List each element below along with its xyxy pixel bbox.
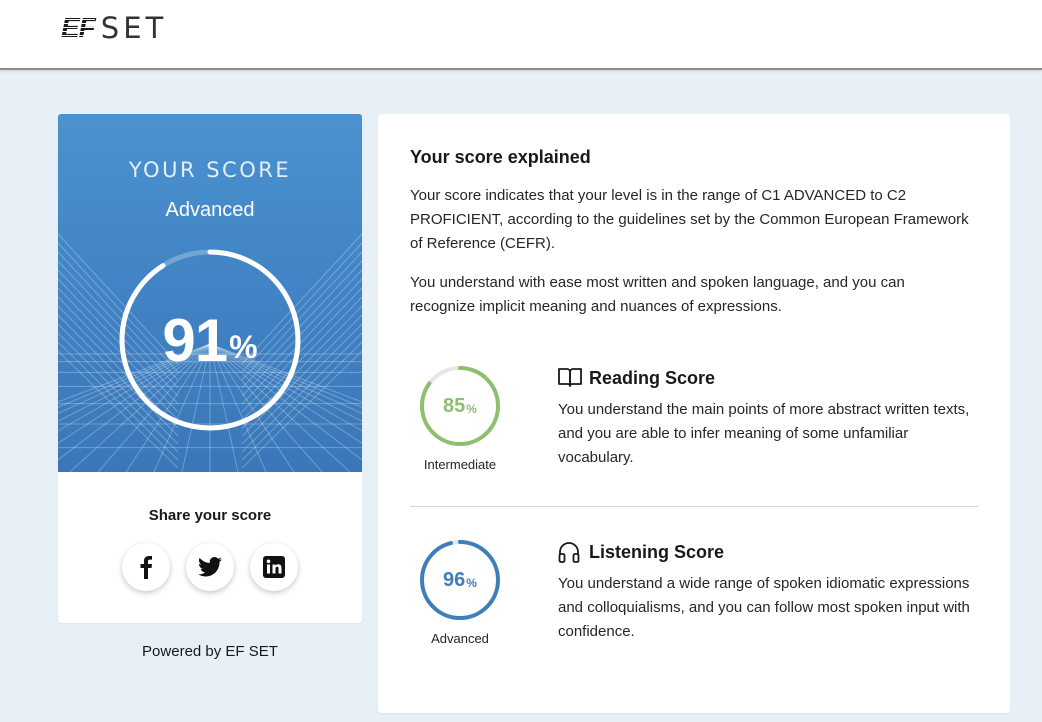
- reading-percent-symbol: %: [466, 401, 477, 416]
- reading-description: You understand the main points of more a…: [558, 401, 970, 466]
- facebook-icon: [140, 556, 152, 579]
- share-title: Share your score: [148, 507, 272, 524]
- logo-mark: EF: [61, 12, 96, 44]
- share-facebook-button[interactable]: [122, 543, 170, 591]
- listening-level: Advanced: [431, 631, 489, 646]
- share-linkedin-button[interactable]: [250, 543, 298, 591]
- reading-score-title: Reading Score: [589, 367, 716, 388]
- overall-score-value: 91%: [118, 248, 302, 432]
- section-divider: [410, 506, 978, 507]
- listening-percent-symbol: %: [466, 575, 477, 590]
- reading-score-heading: Reading Score: [557, 366, 715, 390]
- listening-score-number: 96: [443, 568, 466, 591]
- linkedin-icon: [263, 556, 285, 578]
- share-twitter-button[interactable]: [186, 543, 234, 591]
- explained-paragraph-1: Your score indicates that your level is …: [410, 187, 969, 252]
- score-card: YOUR SCORE Advanced 91% Share your score: [58, 114, 362, 623]
- explained-paragraph-2: You understand with ease most written an…: [410, 274, 905, 315]
- score-explained-panel: Your score explained Your score indicate…: [378, 114, 1010, 713]
- reading-score-number: 85: [443, 394, 466, 417]
- reading-level: Intermediate: [423, 457, 497, 472]
- headphones-icon: [557, 540, 583, 564]
- overall-level: Advanced: [165, 199, 255, 221]
- explained-title: Your score explained: [410, 147, 591, 167]
- powered-by: Powered by EF SET: [142, 643, 278, 660]
- ef-set-logo[interactable]: EF SET: [61, 11, 168, 45]
- twitter-icon: [198, 557, 222, 577]
- overall-score-number: 91: [162, 306, 228, 374]
- score-hero: YOUR SCORE Advanced 91%: [58, 114, 362, 472]
- your-score-heading: YOUR SCORE: [128, 158, 292, 182]
- top-bar: EF SET: [0, 0, 1042, 70]
- listening-score-title: Listening Score: [589, 541, 725, 562]
- listening-score-heading: Listening Score: [557, 540, 724, 564]
- book-icon: [557, 366, 583, 390]
- listening-score-value: 96%: [419, 539, 501, 621]
- percent-symbol: %: [229, 328, 258, 365]
- reading-score-value: 85%: [419, 365, 501, 447]
- logo-text: SET: [100, 11, 168, 45]
- listening-description: You understand a wide range of spoken id…: [558, 575, 970, 640]
